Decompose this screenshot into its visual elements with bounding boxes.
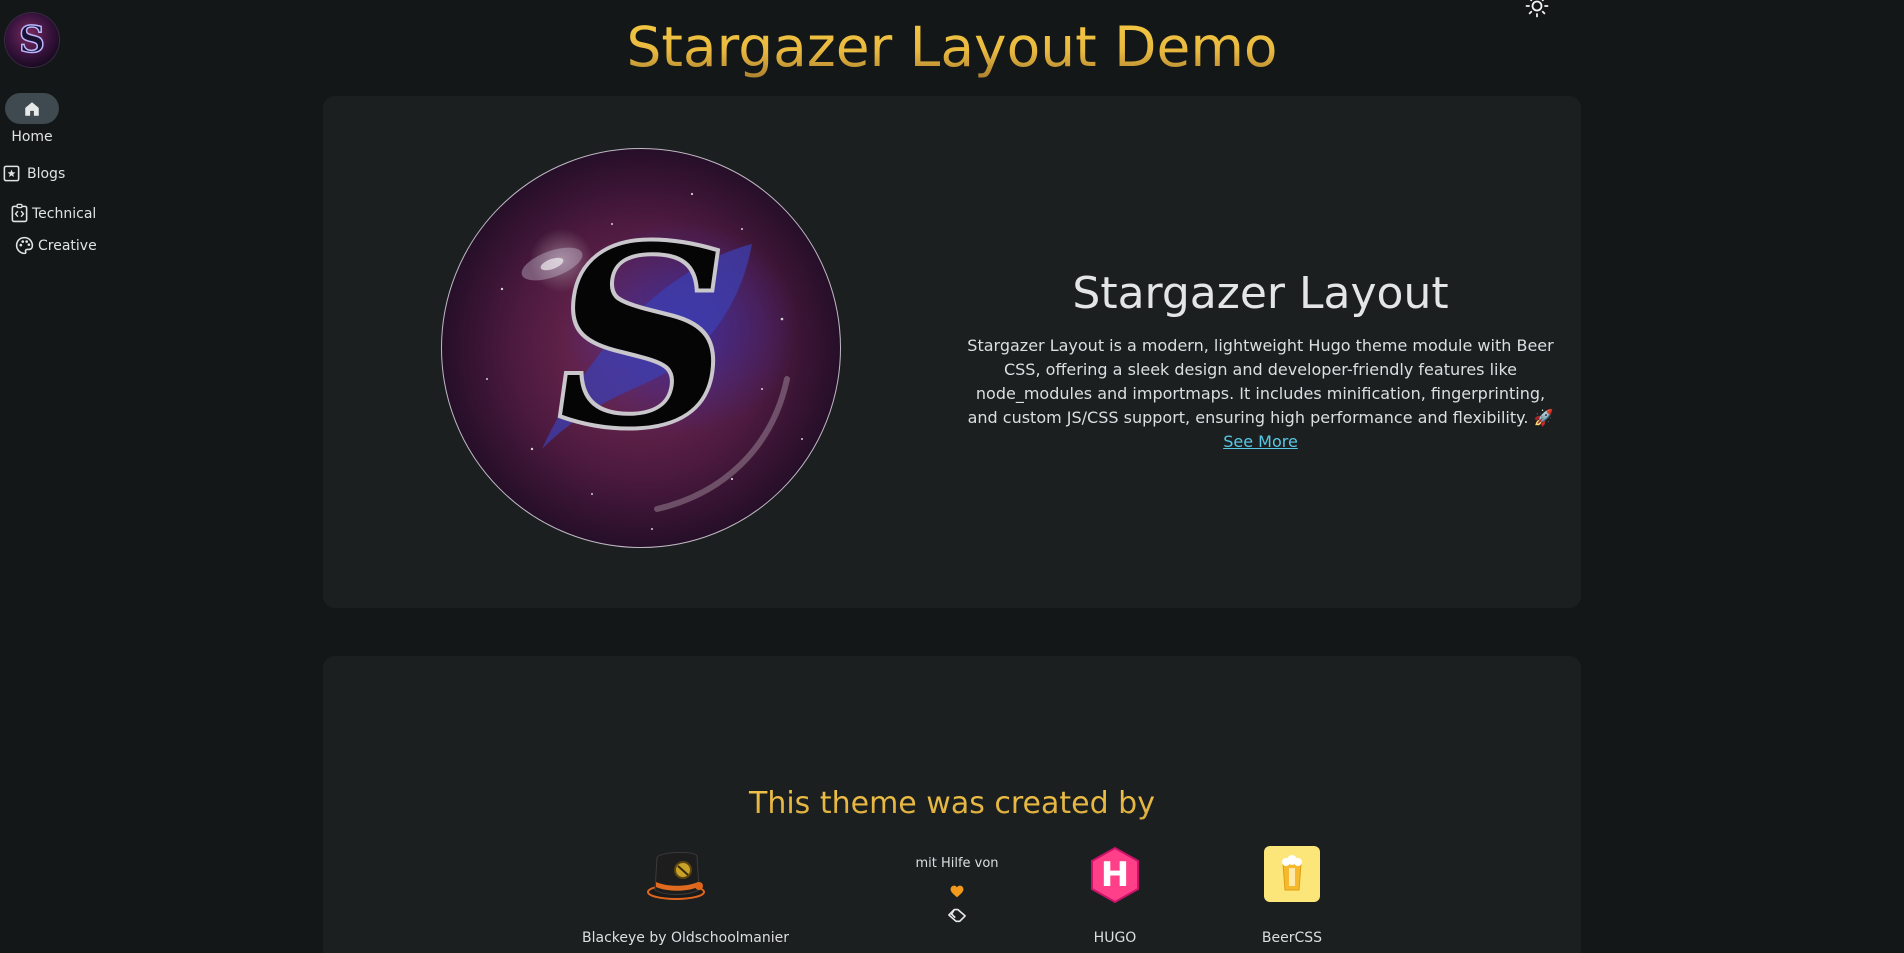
hero-image: S xyxy=(441,148,841,548)
credits-card: This theme was created by Blackeye by Ol… xyxy=(323,656,1581,953)
heart-icon xyxy=(950,885,964,898)
credit-hugo[interactable]: H HUGO xyxy=(1060,846,1170,946)
top-hat-icon xyxy=(647,846,707,904)
hero-description-text: Stargazer Layout is a modern, lightweigh… xyxy=(967,336,1554,427)
handshake-icon xyxy=(948,908,966,923)
page-title: Stargazer Layout Demo xyxy=(0,12,1904,82)
credit-label: HUGO xyxy=(1093,930,1137,946)
sidebar-item-technical[interactable]: Technical xyxy=(10,203,96,224)
credit-label: BeerCSS xyxy=(1261,930,1323,946)
credit-beercss[interactable]: BeerCSS xyxy=(1237,846,1347,946)
credits-title: This theme was created by xyxy=(323,784,1581,824)
theme-toggle-button[interactable] xyxy=(1524,0,1550,18)
hugo-logo-letter: H xyxy=(1100,855,1130,895)
sidebar-item-label: Blogs xyxy=(27,165,66,182)
home-pill[interactable] xyxy=(5,93,59,124)
see-more-link[interactable]: See More xyxy=(1223,432,1298,451)
sidebar-item-label: Home xyxy=(11,129,53,145)
sidebar-item-blogs[interactable]: Blogs xyxy=(2,164,65,183)
sidebar-item-label: Creative xyxy=(38,237,97,254)
home-icon xyxy=(25,101,39,116)
sidebar-item-home[interactable]: Home xyxy=(5,93,59,145)
palette-icon xyxy=(15,236,34,255)
sidebar-item-creative[interactable]: Creative xyxy=(14,235,97,256)
credit-blackeye[interactable]: Blackeye by Oldschoolmanier xyxy=(582,846,789,946)
star-box-icon xyxy=(3,165,20,182)
hugo-logo-icon: H xyxy=(1086,846,1144,904)
hero-card: S Stargazer Layout Stargazer Layout is a… xyxy=(323,96,1581,608)
sidebar-item-label: Technical xyxy=(32,205,97,222)
sun-icon xyxy=(1525,0,1549,18)
credit-label: Blackeye by Oldschoolmanier xyxy=(582,930,789,946)
hero-logo-letter: S xyxy=(529,188,755,486)
hero-description: Stargazer Layout is a modern, lightweigh… xyxy=(963,334,1558,454)
hero-heading: Stargazer Layout xyxy=(1072,268,1449,319)
sidebar: S Home Blogs Technical xyxy=(0,0,110,953)
helper-block: mit Hilfe von xyxy=(902,856,1012,928)
beer-icon xyxy=(1264,846,1320,902)
code-icon xyxy=(11,203,28,223)
hero-text: Stargazer Layout Stargazer Layout is a m… xyxy=(963,266,1558,454)
helper-text: mit Hilfe von xyxy=(915,856,999,871)
